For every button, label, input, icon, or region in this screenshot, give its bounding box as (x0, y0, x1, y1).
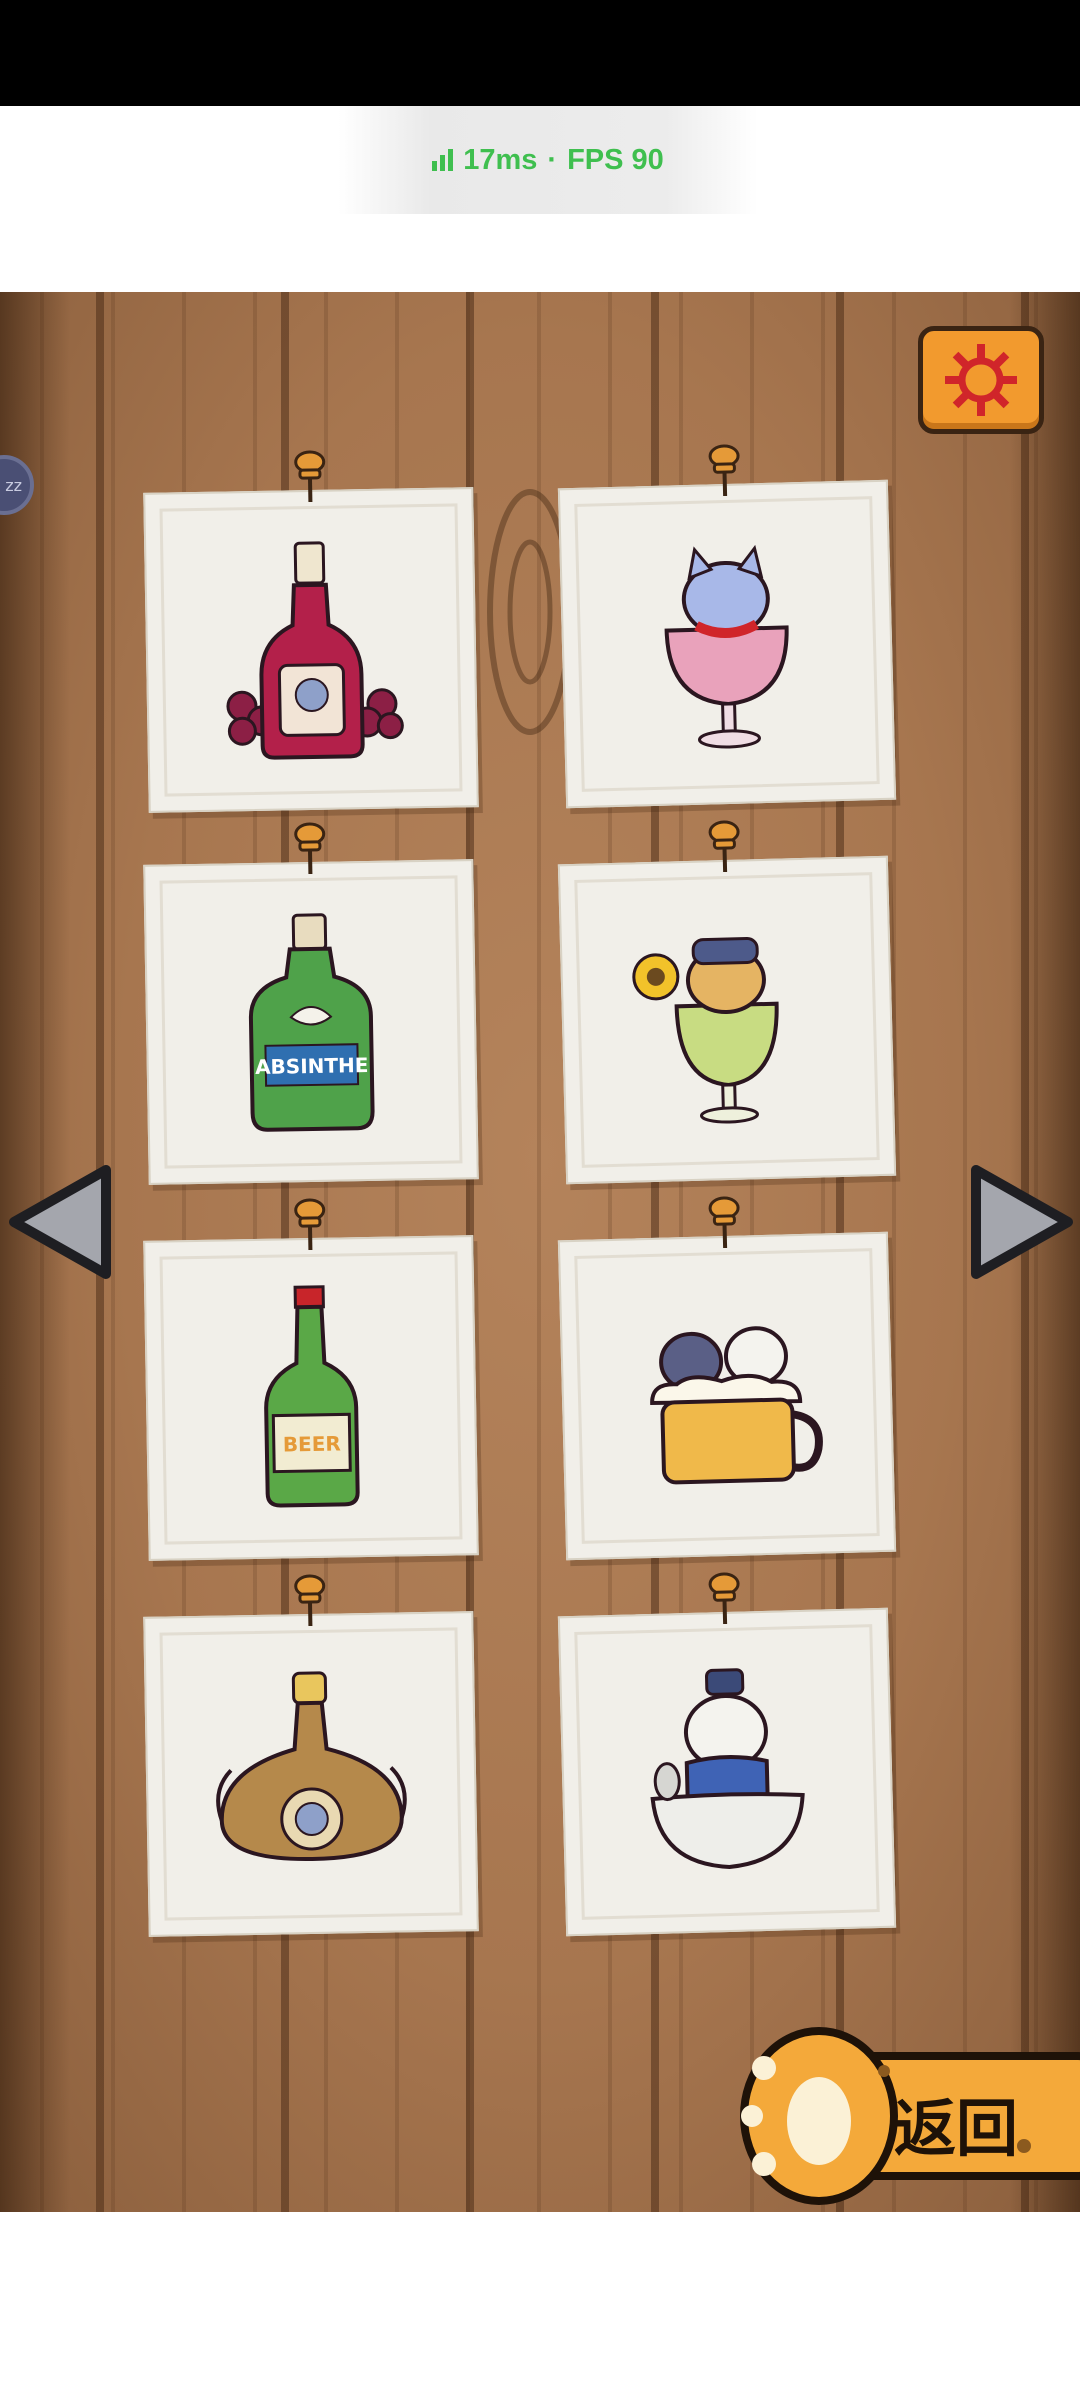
signal-icon (432, 149, 454, 171)
next-page-arrow[interactable] (968, 1162, 1080, 1282)
pushpin-icon (708, 820, 740, 873)
prev-page-arrow[interactable] (2, 1162, 114, 1282)
pushpin-icon (708, 1572, 740, 1625)
collection-card-cats-beer-mug[interactable] (557, 1196, 897, 1561)
collection-card-baijiu[interactable] (143, 1574, 479, 1937)
collection-card-cat-bowl[interactable] (557, 1572, 897, 1937)
cat-bowl-icon (650, 1668, 805, 1869)
absinthe-label: ABSINTHE (255, 1053, 369, 1079)
network-stats-overlay: 17ms · FPS 90 (338, 106, 758, 214)
pushpin-icon (294, 1198, 326, 1251)
collection-card-beer-bottle[interactable]: BEER (143, 1198, 479, 1561)
separator-dot: · (547, 143, 558, 176)
pushpin-icon (294, 1574, 326, 1627)
back-label: 返回 (894, 2092, 1019, 2165)
collection-card-absinthe[interactable]: ABSINTHE (143, 822, 479, 1185)
gear-icon (945, 344, 1017, 416)
fps-text: FPS 90 (567, 143, 664, 176)
red-wine-bottle-icon (226, 541, 404, 760)
beer-label: BEER (283, 1431, 341, 1456)
collection-card-cat-wine-glass[interactable] (557, 444, 897, 809)
beer-bottle-icon: BEER (264, 1285, 360, 1508)
collection-card-cat-absinthe-glass[interactable] (557, 820, 897, 1185)
settings-button[interactable] (918, 326, 1044, 434)
baijiu-bottle-icon (216, 1671, 407, 1861)
absinthe-bottle-icon: ABSINTHE (248, 913, 375, 1132)
ping-text: 17ms (463, 143, 538, 176)
cat-wine-glass-icon (664, 544, 789, 749)
back-button[interactable]: 返回 (724, 2016, 1080, 2212)
cats-beer-mug-icon (650, 1326, 823, 1485)
collection-card-red-wine[interactable] (143, 450, 479, 813)
status-bar (0, 0, 1080, 106)
game-board: zz ABSINTHE BEER 返回 (0, 292, 1080, 2212)
pushpin-icon (294, 822, 326, 875)
pushpin-icon (708, 1196, 740, 1249)
pushpin-icon (294, 450, 326, 503)
pushpin-icon (708, 444, 740, 497)
cat-absinthe-glass-icon (632, 936, 779, 1124)
